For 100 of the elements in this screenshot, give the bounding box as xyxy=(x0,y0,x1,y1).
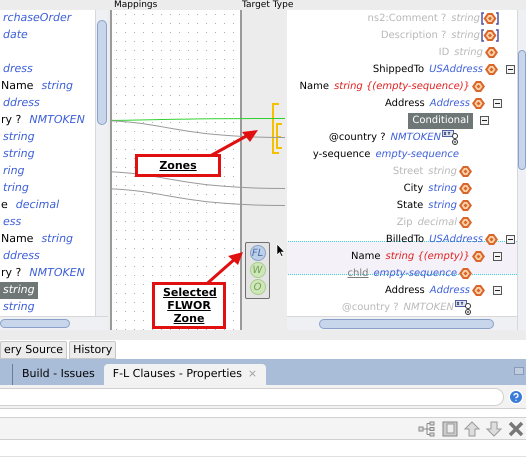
element-icon xyxy=(458,267,473,280)
node-name: Name xyxy=(350,250,380,264)
node-type[interactable]: tring xyxy=(0,180,32,197)
node-type[interactable]: string xyxy=(0,129,38,146)
node-name: ry ? xyxy=(0,265,22,282)
node-name: BilledTo xyxy=(386,233,424,247)
node-name: City xyxy=(404,182,424,196)
node-type: Address xyxy=(430,97,470,111)
element-icon xyxy=(484,233,499,246)
node-type: empty-sequence xyxy=(375,148,459,162)
node-name: Name xyxy=(300,80,330,94)
node-type: NMTOKEN xyxy=(390,131,441,145)
node-type[interactable]: string xyxy=(38,78,76,95)
node-type[interactable]: NMTOKEN xyxy=(26,112,88,129)
node-type[interactable]: rchaseOrder xyxy=(0,10,74,27)
collapse-icon[interactable] xyxy=(506,65,515,74)
vertical-scrollbar[interactable] xyxy=(95,10,108,316)
node-name: State xyxy=(396,199,424,213)
panel-tab[interactable]: F-L Clauses - Properties × xyxy=(104,364,266,385)
node-type[interactable]: string xyxy=(0,146,38,163)
node-name: ID xyxy=(438,46,450,60)
element-icon xyxy=(471,80,486,93)
node-name: @country ? xyxy=(328,131,386,145)
node-type: string xyxy=(451,12,480,26)
flwor-zone-panel[interactable]: FL W O xyxy=(245,242,270,299)
node-name: y-sequence xyxy=(312,148,370,162)
column-header: Mappings xyxy=(113,0,158,10)
arrow-down-icon[interactable] xyxy=(486,420,502,436)
node-type[interactable]: date xyxy=(0,27,31,44)
delete-icon[interactable] xyxy=(508,420,524,436)
horizontal-scrollbar[interactable] xyxy=(0,316,108,330)
node-name: @country ? xyxy=(342,301,399,315)
node-name: Address xyxy=(384,284,425,298)
arrow-up-icon[interactable] xyxy=(464,420,480,436)
collapse-icon[interactable] xyxy=(493,99,502,108)
attribute-icon xyxy=(442,130,460,146)
element-icon xyxy=(481,12,499,25)
node-type: string xyxy=(428,182,457,196)
node-type[interactable]: string xyxy=(38,231,76,248)
element-icon xyxy=(458,165,473,178)
element-icon xyxy=(458,182,473,195)
node-name: ns2:Comment ? xyxy=(368,12,446,26)
clause-button[interactable]: FL xyxy=(250,245,266,261)
node-type: USAddress xyxy=(429,63,483,77)
search-field[interactable] xyxy=(0,388,504,406)
node-type: NMTOKEN xyxy=(404,301,454,315)
editor-tab[interactable]: ery Source xyxy=(0,341,68,359)
collapse-icon[interactable] xyxy=(506,235,515,244)
element-icon xyxy=(471,97,486,110)
node-name: Address xyxy=(384,97,425,111)
horizontal-scrollbar[interactable] xyxy=(287,316,517,330)
variable-name: chld xyxy=(348,267,368,281)
element-icon xyxy=(471,284,486,297)
node-type: decimal xyxy=(418,216,457,230)
node-name: Zip xyxy=(396,216,413,230)
mouse-pointer-icon xyxy=(276,243,285,257)
node-type[interactable]: string xyxy=(0,282,38,299)
collapse-icon[interactable] xyxy=(480,116,489,125)
element-icon xyxy=(484,46,499,59)
node-name: Name xyxy=(0,231,34,248)
node-type: Address xyxy=(430,284,470,298)
conditional-label[interactable]: Conditional xyxy=(408,112,473,128)
column-header: Target Type xyxy=(241,0,294,10)
node-type: USAddress xyxy=(429,233,483,247)
vertical-scrollbar[interactable] xyxy=(517,10,526,330)
callout-label: Zones xyxy=(135,154,221,177)
minimize-icon[interactable] xyxy=(514,367,524,375)
node-type[interactable]: ess xyxy=(0,214,24,231)
node-type[interactable]: ring xyxy=(0,163,28,180)
node-type[interactable]: ddress xyxy=(0,248,43,265)
element-icon xyxy=(481,29,499,42)
node-type[interactable]: string xyxy=(0,299,38,316)
node-type[interactable]: decimal xyxy=(12,197,62,214)
zone-bracket-icon[interactable] xyxy=(272,103,284,154)
node-type: string xyxy=(428,199,457,213)
node-name: e xyxy=(0,197,9,214)
node-type: string {(empty-sequence)} xyxy=(334,80,470,94)
element-icon xyxy=(471,250,486,263)
element-icon xyxy=(484,63,499,76)
callout-label: Selected FLWOR Zone xyxy=(152,282,226,329)
node-name: Street xyxy=(392,165,424,179)
node-name: Name xyxy=(0,78,34,94)
collapse-icon[interactable] xyxy=(493,286,502,295)
node-type: string {(empty)} xyxy=(386,250,470,264)
save-icon[interactable] xyxy=(442,420,458,436)
element-icon xyxy=(458,199,473,212)
help-icon[interactable] xyxy=(508,388,524,404)
node-name: ShippedTo xyxy=(372,63,424,77)
collapse-icon[interactable] xyxy=(493,252,502,261)
element-icon xyxy=(458,216,473,229)
node-type[interactable]: dress xyxy=(0,61,36,78)
editor-tab[interactable]: History xyxy=(69,341,116,359)
node-name: ry ? xyxy=(0,112,22,128)
node-type: string xyxy=(428,165,457,179)
node-type[interactable]: NMTOKEN xyxy=(26,265,88,282)
node-type: string xyxy=(454,46,483,60)
node-type: empty-sequence xyxy=(373,267,457,281)
node-type: string xyxy=(451,29,480,43)
node-type[interactable]: ddress xyxy=(0,95,43,112)
hierarchy-icon[interactable] xyxy=(418,420,436,436)
